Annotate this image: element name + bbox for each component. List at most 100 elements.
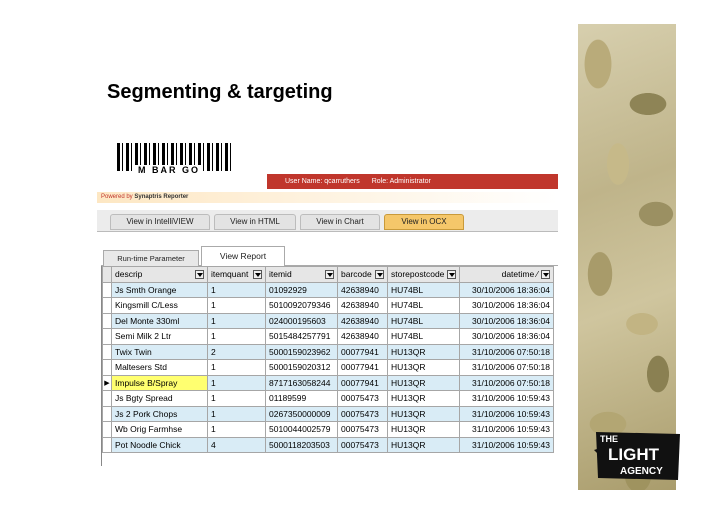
cell-barcode[interactable]: 00077941 (337, 343, 388, 360)
cell-storepostcode[interactable]: HU74BL (387, 312, 460, 329)
cell-barcode[interactable]: 00075473 (337, 421, 388, 438)
column-header-barcode[interactable]: barcode (337, 266, 388, 283)
cell-descrip[interactable]: Wb Orig Farmhse (111, 421, 208, 438)
cell-itemid[interactable]: 5000159023962 (265, 343, 338, 360)
cell-datetime[interactable]: 30/10/2006 18:36:04 (459, 297, 554, 314)
cell-datetime[interactable]: 30/10/2006 18:36:04 (459, 312, 554, 329)
column-header-descrip[interactable]: descrip (111, 266, 208, 283)
table-row[interactable]: Wb Orig Farmhse 1 5010044002579 00075473 HU1… (102, 421, 554, 438)
table-row[interactable]: Del Monte 330ml 1 024000195603 42638940 HU74… (102, 312, 554, 329)
cell-descrip[interactable]: Js 2 Pork Chops (111, 405, 208, 422)
cell-barcode[interactable]: 00077941 (337, 359, 388, 376)
row-selector[interactable] (102, 312, 112, 329)
cell-storepostcode[interactable]: HU13QR (387, 405, 460, 422)
cell-itemid[interactable]: 5000159020312 (265, 359, 338, 376)
cell-descrip[interactable]: Semi Milk 2 Ltr (111, 328, 208, 345)
row-selector[interactable] (102, 297, 112, 314)
cell-barcode[interactable]: 00075473 (337, 390, 388, 407)
cell-descrip[interactable]: Js Bgty Spread (111, 390, 208, 407)
row-selector[interactable] (102, 390, 112, 407)
table-row[interactable]: Maltesers Std 1 5000159020312 00077941 HU13Q… (102, 359, 554, 376)
cell-storepostcode[interactable]: HU13QR (387, 374, 460, 391)
tab-runtime-parameter[interactable]: Run-time Parameter (103, 250, 199, 266)
cell-itemid[interactable]: 8717163058244 (265, 374, 338, 391)
cell-itemid[interactable]: 5010092079346 (265, 297, 338, 314)
cell-itemid[interactable]: 024000195603 (265, 312, 338, 329)
column-header-itemquant[interactable]: itemquant (207, 266, 266, 283)
cell-storepostcode[interactable]: HU74BL (387, 281, 460, 298)
table-row[interactable]: Pot Noodle Chick 4 5000118203503 00075473 HU… (102, 436, 554, 453)
row-selector[interactable] (102, 436, 112, 453)
cell-barcode[interactable]: 42638940 (337, 297, 388, 314)
cell-itemquant[interactable]: 1 (207, 312, 266, 329)
cell-itemquant[interactable]: 1 (207, 374, 266, 391)
cell-itemquant[interactable]: 1 (207, 405, 266, 422)
cell-datetime[interactable]: 31/10/2006 10:59:43 (459, 436, 554, 453)
cell-datetime[interactable]: 31/10/2006 07:50:18 (459, 343, 554, 360)
cell-barcode[interactable]: 00077941 (337, 374, 388, 391)
cell-itemquant[interactable]: 2 (207, 343, 266, 360)
cell-itemquant[interactable]: 1 (207, 421, 266, 438)
table-row[interactable]: Semi Milk 2 Ltr 1 5015484257791 42638940 HU7… (102, 328, 554, 345)
cell-descrip[interactable]: Del Monte 330ml (111, 312, 208, 329)
cell-descrip[interactable]: Impulse B/Spray (111, 374, 208, 391)
cell-datetime[interactable]: 30/10/2006 18:36:04 (459, 328, 554, 345)
filter-dropdown-icon[interactable] (541, 269, 550, 279)
tab-view-html[interactable]: View in HTML (214, 214, 296, 230)
filter-dropdown-icon[interactable] (253, 269, 262, 279)
cell-barcode[interactable]: 00075473 (337, 436, 388, 453)
table-row[interactable]: Js 2 Pork Chops 1 0267350000009 00075473 HU1… (102, 405, 554, 422)
tab-view-chart[interactable]: View in Chart (300, 214, 380, 230)
tab-view-intelliview[interactable]: View in IntelliVIEW (110, 214, 210, 230)
column-header-datetime[interactable]: datetime ⁄ (459, 266, 554, 283)
column-header-storepostcode[interactable]: storepostcode (387, 266, 460, 283)
row-selector[interactable] (102, 421, 112, 438)
cell-barcode[interactable]: 42638940 (337, 312, 388, 329)
table-row[interactable]: Js Bgty Spread 1 01189599 00075473 HU13QR 31/… (102, 390, 554, 407)
row-selector[interactable] (102, 328, 112, 345)
cell-datetime[interactable]: 31/10/2006 07:50:18 (459, 374, 554, 391)
cell-storepostcode[interactable]: HU13QR (387, 421, 460, 438)
cell-datetime[interactable]: 31/10/2006 07:50:18 (459, 359, 554, 376)
cell-descrip[interactable]: Pot Noodle Chick (111, 436, 208, 453)
cell-itemquant[interactable]: 1 (207, 281, 266, 298)
cell-itemid[interactable]: 5015484257791 (265, 328, 338, 345)
table-row[interactable]: Kingsmill C/Less 1 5010092079346 42638940 HU… (102, 297, 554, 314)
table-row[interactable]: ▶ Impulse B/Spray 1 8717163058244 00077941 HU… (102, 374, 554, 391)
cell-descrip[interactable]: Maltesers Std (111, 359, 208, 376)
cell-itemid[interactable]: 01092929 (265, 281, 338, 298)
column-header-itemid[interactable]: itemid (265, 266, 338, 283)
row-selector[interactable] (102, 281, 112, 298)
tab-view-report[interactable]: View Report (201, 246, 285, 267)
cell-itemid[interactable]: 01189599 (265, 390, 338, 407)
cell-barcode[interactable]: 42638940 (337, 328, 388, 345)
cell-datetime[interactable]: 31/10/2006 10:59:43 (459, 390, 554, 407)
filter-dropdown-icon[interactable] (195, 269, 204, 279)
cell-itemid[interactable]: 0267350000009 (265, 405, 338, 422)
cell-storepostcode[interactable]: HU74BL (387, 297, 460, 314)
filter-dropdown-icon[interactable] (447, 269, 456, 279)
cell-itemquant[interactable]: 1 (207, 297, 266, 314)
cell-descrip[interactable]: Twix Twin (111, 343, 208, 360)
cell-descrip[interactable]: Kingsmill C/Less (111, 297, 208, 314)
tab-view-ocx[interactable]: View in OCX (384, 214, 464, 230)
row-selector[interactable] (102, 405, 112, 422)
filter-dropdown-icon[interactable] (325, 269, 334, 279)
cell-itemid[interactable]: 5010044002579 (265, 421, 338, 438)
cell-barcode[interactable]: 00075473 (337, 405, 388, 422)
cell-storepostcode[interactable]: HU13QR (387, 436, 460, 453)
cell-datetime[interactable]: 31/10/2006 10:59:43 (459, 405, 554, 422)
cell-itemquant[interactable]: 4 (207, 436, 266, 453)
cell-storepostcode[interactable]: HU74BL (387, 328, 460, 345)
cell-storepostcode[interactable]: HU13QR (387, 343, 460, 360)
cell-datetime[interactable]: 30/10/2006 18:36:04 (459, 281, 554, 298)
cell-storepostcode[interactable]: HU13QR (387, 359, 460, 376)
row-selector[interactable] (102, 359, 112, 376)
cell-itemquant[interactable]: 1 (207, 328, 266, 345)
row-selector[interactable] (102, 343, 112, 360)
cell-storepostcode[interactable]: HU13QR (387, 390, 460, 407)
cell-datetime[interactable]: 31/10/2006 10:59:43 (459, 421, 554, 438)
row-selector[interactable]: ▶ (102, 374, 112, 391)
cell-itemquant[interactable]: 1 (207, 359, 266, 376)
cell-descrip[interactable]: Js Smth Orange (111, 281, 208, 298)
